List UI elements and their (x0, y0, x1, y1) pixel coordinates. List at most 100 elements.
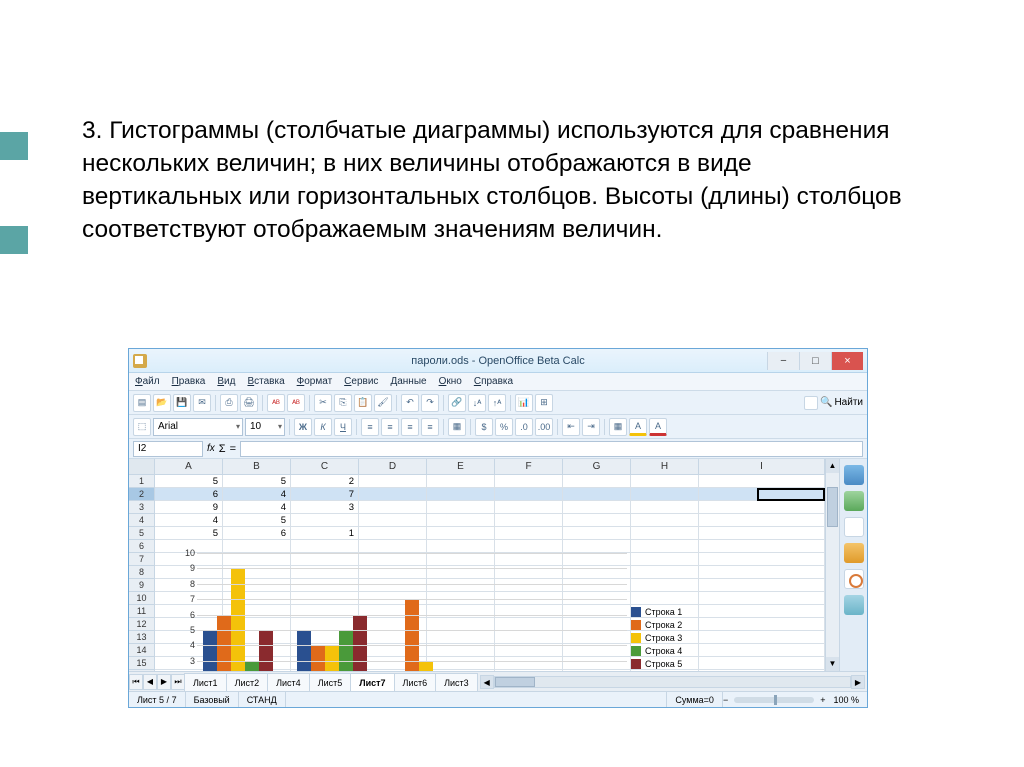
hscroll-thumb[interactable] (495, 677, 535, 687)
cell[interactable] (699, 579, 825, 591)
cell[interactable] (631, 501, 699, 513)
row-header[interactable]: 9 (129, 579, 155, 592)
embedded-bar-chart[interactable]: 012345678910 3 Строка 1Строка 2Строка 3С… (197, 553, 717, 671)
cell[interactable]: 5 (223, 475, 291, 487)
formula-input[interactable] (240, 441, 863, 457)
paste-icon[interactable]: 📋 (354, 394, 372, 412)
search-icon[interactable] (804, 396, 818, 410)
cell[interactable] (427, 501, 495, 513)
cells[interactable]: 55264794345561 012345678910 3 Строка 1Ст… (155, 475, 825, 671)
undo-icon[interactable]: ↶ (401, 394, 419, 412)
cell[interactable]: 2 (291, 475, 359, 487)
cell[interactable] (495, 527, 563, 539)
menu-Вид[interactable]: Вид (217, 376, 235, 387)
row-header[interactable]: 7 (129, 553, 155, 566)
print-icon[interactable]: 🖨 (240, 394, 258, 412)
chart-bar[interactable] (419, 661, 433, 671)
menu-Окно[interactable]: Окно (439, 376, 462, 387)
cell[interactable] (495, 501, 563, 513)
col-header-A[interactable]: A (155, 459, 223, 474)
decimal-del-icon[interactable]: .00 (535, 418, 553, 436)
cell[interactable] (699, 618, 825, 630)
cell[interactable] (699, 488, 825, 500)
sidebar-navigator-icon[interactable] (844, 543, 864, 563)
sheet-tab[interactable]: Лист6 (394, 673, 437, 691)
cell[interactable] (631, 540, 699, 552)
row-header[interactable]: 2 (129, 488, 155, 501)
hscroll-track[interactable] (494, 676, 851, 688)
cell[interactable] (699, 540, 825, 552)
cell[interactable] (223, 540, 291, 552)
chart-bar[interactable] (339, 630, 353, 671)
col-header-I[interactable]: I (699, 459, 825, 474)
scroll-thumb[interactable] (827, 487, 838, 527)
find-label[interactable]: Найти (834, 397, 863, 408)
horizontal-scrollbar[interactable]: ◀ ▶ (478, 675, 867, 689)
spell-auto-icon[interactable]: ᴬᴮ (287, 394, 305, 412)
border-icon[interactable]: ▦ (609, 418, 627, 436)
pdf-icon[interactable]: ⎙ (220, 394, 238, 412)
cell[interactable] (359, 514, 427, 526)
underline-button[interactable]: Ч (334, 418, 352, 436)
cell[interactable] (563, 540, 631, 552)
cell[interactable] (359, 527, 427, 539)
cell[interactable]: 5 (155, 527, 223, 539)
row-header[interactable]: 8 (129, 566, 155, 579)
cell[interactable] (427, 475, 495, 487)
cell[interactable] (631, 475, 699, 487)
spell-icon[interactable]: ᴬᴮ (267, 394, 285, 412)
menu-Формат[interactable]: Формат (297, 376, 333, 387)
indent-inc-icon[interactable]: ⇥ (582, 418, 600, 436)
chart-bar[interactable] (245, 661, 259, 671)
chart-bar[interactable] (217, 615, 231, 671)
cell[interactable]: 6 (155, 488, 223, 500)
row-header[interactable]: 5 (129, 527, 155, 540)
cell[interactable] (291, 540, 359, 552)
cell[interactable] (631, 514, 699, 526)
sheet-tab[interactable]: Лист5 (309, 673, 352, 691)
italic-button[interactable]: К (314, 418, 332, 436)
cell[interactable] (699, 501, 825, 513)
cell[interactable] (495, 540, 563, 552)
indent-dec-icon[interactable]: ⇤ (562, 418, 580, 436)
sidebar-functions-icon[interactable] (844, 569, 864, 589)
brush-icon[interactable]: 🖌 (374, 394, 392, 412)
row-header[interactable]: 4 (129, 514, 155, 527)
cell[interactable]: 5 (223, 514, 291, 526)
cell[interactable] (699, 670, 825, 671)
align-left-icon[interactable]: ≡ (361, 418, 379, 436)
new-icon[interactable]: ▤ (133, 394, 151, 412)
cell[interactable] (427, 514, 495, 526)
row-header[interactable]: 14 (129, 644, 155, 657)
cell[interactable] (563, 501, 631, 513)
sort-desc-icon[interactable]: ↑ᴬ (488, 394, 506, 412)
fx-button[interactable]: fx (207, 443, 215, 454)
sort-asc-icon[interactable]: ↓ᴬ (468, 394, 486, 412)
cell[interactable] (699, 475, 825, 487)
tab-nav-button[interactable]: ⏭ (171, 674, 185, 690)
cell[interactable] (359, 540, 427, 552)
zoom-slider[interactable] (734, 697, 814, 703)
cell[interactable] (699, 527, 825, 539)
bold-button[interactable]: Ж (294, 418, 312, 436)
col-header-F[interactable]: F (495, 459, 563, 474)
cell[interactable]: 9 (155, 501, 223, 513)
scroll-right-icon[interactable]: ▶ (851, 675, 865, 689)
cell[interactable]: 3 (291, 501, 359, 513)
percent-icon[interactable]: % (495, 418, 513, 436)
align-center-icon[interactable]: ≡ (381, 418, 399, 436)
col-header-D[interactable]: D (359, 459, 427, 474)
menu-Правка[interactable]: Правка (172, 376, 206, 387)
chart-bar[interactable] (311, 645, 325, 671)
cell[interactable] (427, 488, 495, 500)
cell[interactable]: 7 (291, 488, 359, 500)
sheet-tab[interactable]: Лист3 (435, 673, 478, 691)
cell[interactable] (699, 605, 825, 617)
row-header[interactable]: 11 (129, 605, 155, 618)
scroll-down-icon[interactable]: ▼ (826, 657, 839, 671)
menu-Данные[interactable]: Данные (390, 376, 426, 387)
spreadsheet-grid[interactable]: ABCDEFGHI 123456789101112131415161718192… (129, 459, 825, 671)
status-zoom[interactable]: 100 % (825, 692, 867, 707)
link-icon[interactable]: 🔗 (448, 394, 466, 412)
cell[interactable] (563, 475, 631, 487)
